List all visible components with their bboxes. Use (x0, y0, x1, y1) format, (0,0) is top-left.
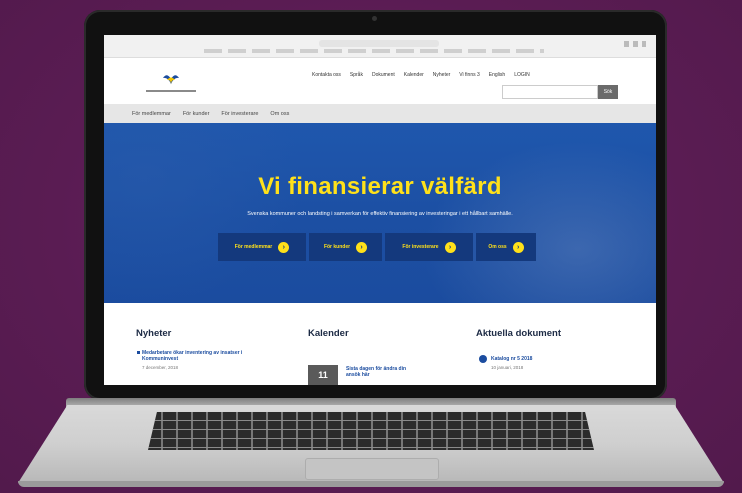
topnav-item-calendar[interactable]: Kalender (404, 72, 424, 78)
hero-button-label: För investerare (402, 244, 439, 250)
bullet-icon (137, 351, 140, 354)
top-navigation: Kontakta oss Språk Dokument Kalender Nyh… (312, 72, 530, 78)
topnav-item-login[interactable]: LOGIN (514, 72, 530, 78)
calendar-section: Kalender (308, 328, 349, 339)
hero-banner: Vi finansierar välfärd Svenska kommuner … (104, 123, 656, 303)
hero-button-group: För medlemmar › För kunder › För investe… (218, 233, 536, 261)
calendar-item-link[interactable]: Sista dagen för ändra din ansök här (346, 366, 416, 378)
laptop-screen: Kontakta oss Språk Dokument Kalender Nyh… (104, 35, 656, 385)
topnav-item-offices[interactable]: Vi finns 3 (459, 72, 479, 78)
camera-icon (372, 16, 377, 21)
mainnav-item-members[interactable]: För medlemmar (132, 111, 171, 117)
news-item-link[interactable]: Medarbetare ökar inventering av insatser… (142, 350, 252, 362)
documents-section: Aktuella dokument (476, 328, 561, 339)
hero-button-label: För kunder (323, 244, 351, 250)
arrow-right-icon: › (356, 241, 368, 253)
address-bar[interactable] (319, 40, 439, 47)
browser-chrome (104, 35, 656, 58)
hero-button-customers[interactable]: För kunder › (309, 233, 382, 261)
news-heading: Nyheter (136, 328, 172, 339)
arrow-right-icon: › (512, 241, 524, 253)
mainnav-item-about[interactable]: Om oss (270, 111, 289, 117)
document-item-date: 10 januari, 2018 (491, 365, 524, 370)
document-icon (479, 355, 487, 363)
hero-button-investors[interactable]: För investerare › (385, 233, 473, 261)
laptop-front-edge (18, 481, 724, 487)
logo-icon[interactable] (136, 68, 206, 96)
news-item-date: 7 december, 2018 (142, 365, 179, 370)
arrow-right-icon: › (444, 241, 456, 253)
calendar-date-badge: 11 (308, 365, 338, 385)
window-controls[interactable] (624, 41, 646, 47)
document-item-link[interactable]: Katalog nr 5 2018 (491, 356, 532, 362)
hero-button-label: Om oss (488, 244, 507, 250)
topnav-item-documents[interactable]: Dokument (372, 72, 395, 78)
news-section: Nyheter (136, 328, 171, 339)
hero-subtitle: Svenska kommuner och landsting i samverk… (247, 211, 513, 217)
bookmarks-bar (204, 49, 544, 53)
search-form: Sök (502, 85, 618, 99)
calendar-heading: Kalender (308, 328, 349, 339)
keyboard-rows (148, 412, 594, 450)
documents-heading: Aktuella dokument (476, 328, 561, 339)
topnav-item-contact[interactable]: Kontakta oss (312, 72, 341, 78)
mainnav-item-investors[interactable]: För investerare (221, 111, 258, 117)
hero-button-about[interactable]: Om oss › (476, 233, 536, 261)
search-input[interactable] (502, 85, 598, 99)
mainnav-item-customers[interactable]: För kunder (183, 111, 210, 117)
hero-title: Vi finansierar välfärd (258, 173, 502, 200)
hero-button-label: För medlemmar (234, 244, 273, 250)
search-button[interactable]: Sök (598, 85, 618, 99)
trackpad (305, 458, 439, 480)
arrow-right-icon: › (278, 241, 290, 253)
main-navigation: För medlemmar För kunder För investerare… (104, 104, 656, 123)
hero-button-members[interactable]: För medlemmar › (218, 233, 306, 261)
topnav-item-news[interactable]: Nyheter (433, 72, 451, 78)
topnav-item-english[interactable]: English (489, 72, 505, 78)
topnav-item-language[interactable]: Språk (350, 72, 363, 78)
